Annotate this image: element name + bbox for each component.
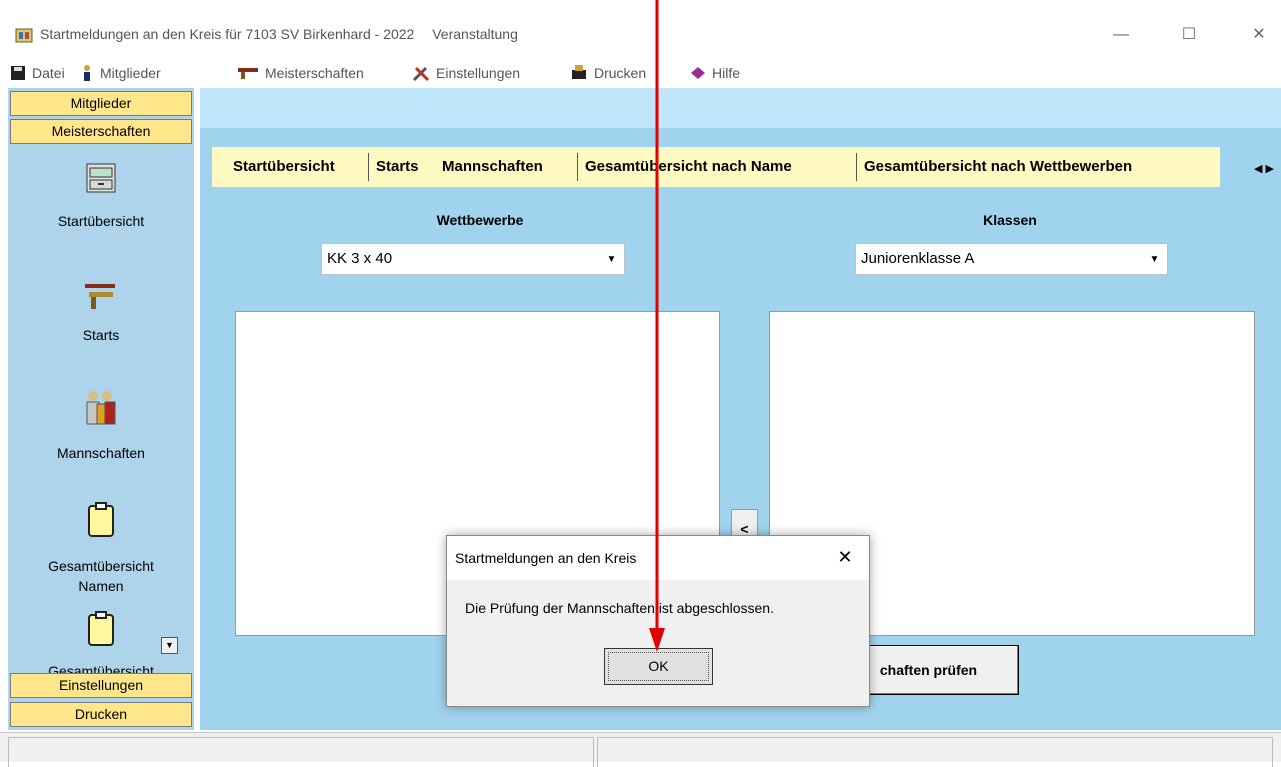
team-icon — [86, 391, 116, 425]
status-bar — [0, 732, 1281, 767]
sidebar-item-label: Gesamtübersicht — [48, 558, 154, 574]
menu-einstellungen[interactable]: Einstellungen — [412, 62, 520, 84]
menu-mitglieder-label: Mitglieder — [100, 65, 161, 81]
wettbewerbe-label: Wettbewerbe — [436, 212, 524, 228]
tab-separator — [856, 153, 857, 181]
sidebar-header-einstellungen[interactable]: Einstellungen — [10, 673, 192, 698]
menu-datei-label: Datei — [32, 65, 65, 81]
sidebar-scroll-down-button[interactable]: ▼ — [161, 637, 178, 654]
close-window-button[interactable]: ✕ — [1236, 20, 1281, 50]
printer-icon — [572, 65, 586, 79]
minimize-button[interactable]: — — [1098, 20, 1144, 50]
chevron-down-icon[interactable]: ▼ — [1146, 250, 1163, 270]
tab-gesamtuebersicht-wettbewerbe[interactable]: Gesamtübersicht nach Wettbewerben — [864, 147, 1132, 187]
menu-mitglieder[interactable]: Mitglieder — [80, 62, 161, 84]
gun-icon — [238, 68, 258, 79]
sidebar-item-label: Startübersicht — [57, 213, 145, 229]
sidebar-item-starts[interactable]: Starts — [8, 278, 194, 345]
dialog-message: Die Prüfung der Mannschaften ist abgesch… — [465, 600, 774, 616]
wettbewerbe-selected-value: KK 3 x 40 — [327, 250, 393, 267]
menu-meisterschaften-label: Meisterschaften — [265, 65, 364, 81]
klassen-select[interactable]: Juniorenklasse A ▼ — [855, 243, 1168, 275]
window-title-suffix: Veranstaltung — [432, 26, 518, 42]
menu-drucken-label: Drucken — [594, 65, 647, 81]
sidebar-item-mannschaften[interactable]: Mannschaften — [8, 388, 194, 463]
klassen-selected-value: Juniorenklasse A — [861, 250, 975, 267]
sidebar-item-label: Mannschaften — [57, 445, 145, 461]
sidebar-item-list: Startübersicht Starts Mannschaften Gesam… — [8, 148, 194, 673]
tab-bar: Startübersicht Starts Mannschaften Gesam… — [212, 147, 1220, 187]
sidebar-item-startuebersicht[interactable]: Startübersicht — [8, 162, 194, 231]
menu-meisterschaften[interactable]: Meisterschaften — [237, 62, 364, 84]
sidebar-item-label: Starts — [82, 327, 120, 343]
clipboard-icon — [88, 611, 114, 646]
help-book-icon — [691, 67, 705, 79]
tab-separator — [368, 153, 369, 181]
status-pane-left — [8, 737, 594, 767]
sidebar-header-drucken[interactable]: Drucken — [10, 702, 192, 727]
sidebar-item-gesamtuebersicht-namen[interactable]: Gesamtübersicht Namen — [8, 501, 194, 596]
tab-mannschaften[interactable]: Mannschaften — [442, 147, 543, 187]
sidebar-item-label-line2: Namen — [78, 578, 124, 594]
guns-icon — [85, 284, 115, 309]
person-icon — [84, 65, 90, 81]
tab-scroll-arrows[interactable]: ◀ ▶ — [1254, 162, 1274, 175]
wettbewerbe-select[interactable]: KK 3 x 40 ▼ — [321, 243, 625, 275]
window-title: Startmeldungen an den Kreis für 7103 SV … — [40, 26, 532, 42]
tools-icon — [412, 66, 430, 82]
sidebar-header-meisterschaften[interactable]: Meisterschaften — [10, 119, 192, 144]
cabinet-icon — [86, 163, 116, 193]
app-icon — [15, 28, 33, 43]
sidebar: Mitglieder Meisterschaften Startübersich… — [8, 88, 194, 730]
menu-drucken[interactable]: Drucken — [570, 62, 646, 84]
tab-gesamtuebersicht-name[interactable]: Gesamtübersicht nach Name — [585, 147, 792, 187]
clipboard-icon — [88, 502, 114, 537]
annotation-arrow-icon — [649, 0, 665, 652]
menu-hilfe[interactable]: Hilfe — [690, 62, 740, 84]
chevron-down-icon[interactable]: ▼ — [603, 250, 620, 270]
title-bar: Startmeldungen an den Kreis für 7103 SV … — [0, 14, 1281, 54]
main-header-strip — [200, 88, 1281, 128]
save-icon — [11, 66, 25, 80]
menu-hilfe-label: Hilfe — [712, 65, 741, 81]
tab-startuebersicht[interactable]: Startübersicht — [233, 147, 335, 187]
maximize-button[interactable]: ☐ — [1166, 20, 1212, 50]
klassen-label: Klassen — [983, 212, 1037, 228]
menu-einstellungen-label: Einstellungen — [436, 65, 521, 81]
status-pane-right — [597, 737, 1273, 767]
sidebar-header-mitglieder[interactable]: Mitglieder — [10, 91, 192, 116]
menu-bar: Datei Mitglieder Meisterschaften Einstel… — [0, 56, 1281, 88]
window-title-main: Startmeldungen an den Kreis für 7103 SV … — [40, 26, 415, 42]
sidebar-item-label: Gesamtübersicht — [48, 663, 154, 673]
tab-separator — [577, 153, 578, 181]
menu-datei[interactable]: Datei — [10, 62, 65, 84]
tab-starts[interactable]: Starts — [376, 147, 419, 187]
dialog-title: Startmeldungen an den Kreis — [455, 550, 637, 566]
dialog-close-button[interactable]: ✕ — [833, 545, 857, 569]
